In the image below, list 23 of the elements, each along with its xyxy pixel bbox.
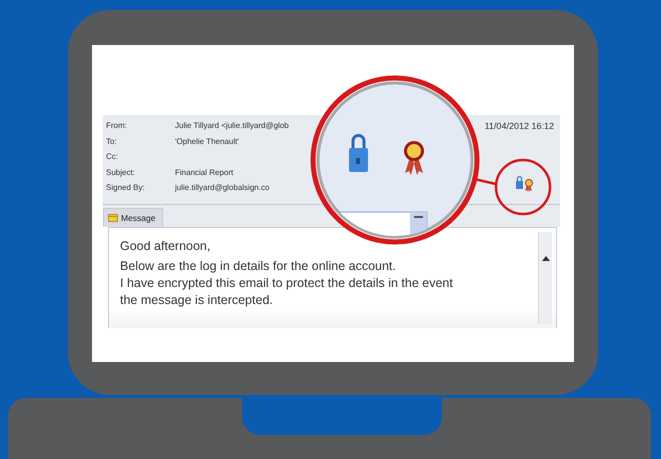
field-label: Cc: <box>106 152 119 162</box>
field-value: 'Ophelie Thenault' <box>175 136 239 146</box>
field-value: julie.tillyard@globalsign.co <box>175 183 270 192</box>
rosette-icon <box>525 179 533 192</box>
body-text: the message is intercepted. <box>120 292 274 309</box>
rosette-icon <box>404 141 424 175</box>
body-text: I have encrypted this email to protect the details in the event <box>120 275 454 292</box>
field-label: Signed By: <box>106 183 146 192</box>
lock-icon <box>349 134 368 172</box>
highlight-circle <box>494 158 552 216</box>
field-label: From: <box>106 121 128 130</box>
field-label: Subject: <box>106 168 136 177</box>
field-value: Financial Report <box>175 168 234 177</box>
body-text: Good afternoon, <box>120 238 212 255</box>
message-tab[interactable]: Message <box>103 208 162 227</box>
lock-icon <box>516 176 523 189</box>
field-value: Julie Tillyard <julie.tillyard@glob <box>175 121 289 130</box>
sent-date: 11/04/2012 16:12 <box>484 120 554 131</box>
envelope-icon <box>108 214 118 222</box>
scroll-up-icon[interactable] <box>542 256 550 261</box>
scrollbar[interactable] <box>538 232 552 324</box>
field-label: To: <box>106 136 118 146</box>
body-text: Below are the log in details for the online account. <box>120 258 397 275</box>
